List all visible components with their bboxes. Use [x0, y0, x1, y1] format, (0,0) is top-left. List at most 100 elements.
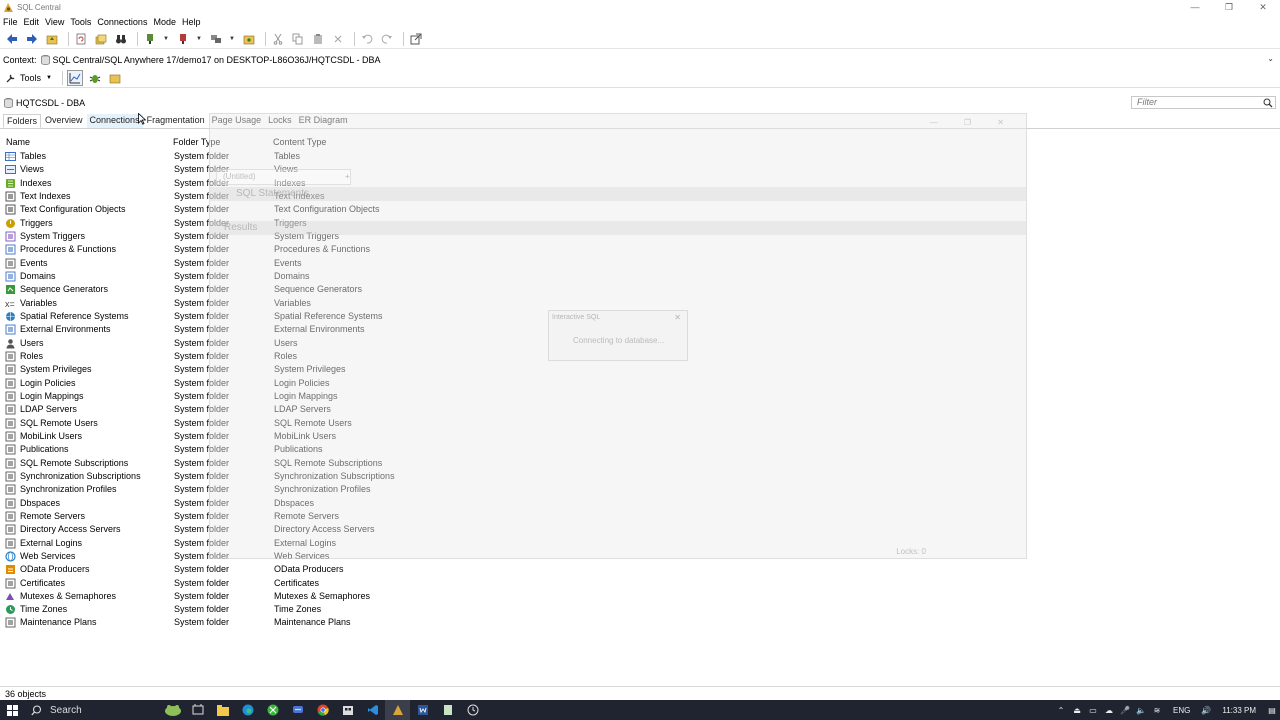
menu-view[interactable]: View — [45, 15, 64, 29]
paste-button[interactable] — [310, 31, 326, 47]
taskbar-app-xbox[interactable] — [260, 700, 285, 720]
table-row[interactable]: Synchronization Profiles System folder Syn… — [0, 483, 1280, 496]
table-row[interactable]: External Logins System folder External Log… — [0, 537, 1280, 550]
usb-icon[interactable]: ⏏ — [1069, 700, 1085, 720]
table-row[interactable]: System Triggers System folder System Trigg… — [0, 230, 1280, 243]
taskbar-app-store[interactable] — [335, 700, 360, 720]
table-row[interactable]: Dbspaces System folder Dbspaces — [0, 497, 1280, 510]
close-button[interactable]: ✕ — [1246, 0, 1280, 15]
notification-icon[interactable]: ▤ — [1264, 700, 1280, 720]
tab-page-usage[interactable]: Page Usage — [209, 114, 265, 128]
microphone-icon[interactable]: 🎤 — [1117, 700, 1133, 720]
menu-edit[interactable]: Edit — [24, 15, 40, 29]
tab-overview[interactable]: Overview — [42, 114, 86, 128]
forward-button[interactable] — [24, 31, 40, 47]
chevron-up-icon[interactable]: ⌃ — [1053, 700, 1069, 720]
taskbar-app-edge[interactable] — [235, 700, 260, 720]
taskbar-search[interactable]: Search — [24, 700, 152, 720]
chevron-down-icon[interactable]: ⌄ — [1267, 54, 1274, 63]
tab-fragmentation[interactable]: Fragmentation — [144, 114, 208, 128]
taskbar-app-word[interactable] — [410, 700, 435, 720]
table-row[interactable]: Domains System folder Domains — [0, 270, 1280, 283]
table-row[interactable]: Tables System folder Tables — [0, 150, 1280, 163]
table-row[interactable]: Publications System folder Publications — [0, 443, 1280, 456]
table-row[interactable]: Events System folder Events — [0, 257, 1280, 270]
delete-button[interactable] — [330, 31, 346, 47]
table-row[interactable]: MobiLink Users System folder MobiLink User… — [0, 430, 1280, 443]
system-clock[interactable]: 11:33 PM — [1222, 706, 1256, 715]
language-indicator[interactable]: ENG — [1173, 706, 1190, 715]
wifi-icon[interactable]: ≋ — [1149, 700, 1165, 720]
tab-folders[interactable]: Folders — [3, 114, 42, 128]
table-row[interactable]: Login Mappings System folder Login Mapping… — [0, 390, 1280, 403]
back-button[interactable] — [4, 31, 20, 47]
table-row[interactable]: Remote Servers System folder Remote Server… — [0, 510, 1280, 523]
taskbar-app-explorer[interactable] — [210, 700, 235, 720]
table-row[interactable]: Directory Access Servers System folder Dir… — [0, 523, 1280, 536]
connect-dropdown[interactable]: ▼ — [162, 31, 170, 47]
column-header-content-type[interactable]: Content Type — [273, 137, 326, 147]
open-folder-button[interactable] — [241, 31, 257, 47]
taskbar-app-chrome[interactable] — [310, 700, 335, 720]
taskbar-app-sql-central[interactable] — [385, 700, 410, 720]
refresh-button[interactable] — [73, 31, 89, 47]
search-icon[interactable] — [1263, 98, 1273, 108]
close-icon[interactable]: ✕ — [674, 313, 681, 322]
table-row[interactable]: Certificates System folder Certificates — [0, 577, 1280, 590]
table-row[interactable]: Login Policies System folder Login Policie… — [0, 377, 1280, 390]
column-header-name[interactable]: Name — [6, 137, 30, 147]
taskbar-app-task-view[interactable] — [185, 700, 210, 720]
disconnect-dropdown[interactable]: ▼ — [195, 31, 203, 47]
redo-button[interactable] — [379, 31, 395, 47]
table-row[interactable]: OData Producers System folder OData Produc… — [0, 563, 1280, 576]
taskbar-app-clock[interactable] — [460, 700, 485, 720]
up-folder-button[interactable] — [44, 31, 60, 47]
maximize-button[interactable]: ❐ — [1212, 0, 1246, 15]
table-row[interactable]: Maintenance Plans System folder Maintenanc… — [0, 616, 1280, 629]
menu-tools[interactable]: Tools — [70, 15, 91, 29]
context-value[interactable]: SQL Central/SQL Anywhere 17/demo17 on DE… — [53, 55, 381, 65]
network-icon[interactable]: ▭ — [1085, 700, 1101, 720]
table-row[interactable]: Sequence Generators System folder Sequence… — [0, 283, 1280, 296]
speaker-icon[interactable]: 🔈 — [1133, 700, 1149, 720]
performance-button[interactable] — [66, 70, 83, 86]
menu-file[interactable]: File — [3, 15, 18, 29]
debugger-button[interactable] — [87, 70, 103, 86]
folders-button[interactable] — [93, 31, 109, 47]
table-row[interactable]: Text Indexes System folder Text Indexes — [0, 190, 1280, 203]
search-button[interactable] — [113, 31, 129, 47]
table-row[interactable]: Web Services System folder Web Services — [0, 550, 1280, 563]
table-row[interactable]: SQL Remote Users System folder SQL Remote … — [0, 417, 1280, 430]
table-row[interactable]: Procedures & Functions System folder Proce… — [0, 243, 1280, 256]
table-row[interactable]: Triggers System folder Triggers — [0, 217, 1280, 230]
tab-locks[interactable]: Locks — [265, 114, 295, 128]
menu-connections[interactable]: Connections — [97, 15, 147, 29]
table-row[interactable]: Text Configuration Objects System folder T… — [0, 203, 1280, 216]
copy-button[interactable] — [290, 31, 306, 47]
external-link-button[interactable] — [408, 31, 424, 47]
minimize-button[interactable]: — — [1178, 0, 1212, 15]
connect-button[interactable] — [142, 31, 158, 47]
tools-button[interactable]: Tools ▼ — [5, 73, 52, 84]
disconnect-button[interactable] — [175, 31, 191, 47]
table-row[interactable]: Synchronization Subscriptions System fold… — [0, 470, 1280, 483]
table-row[interactable]: LDAP Servers System folder LDAP Servers — [0, 403, 1280, 416]
tab-er-diagram[interactable]: ER Diagram — [296, 114, 351, 128]
cut-button[interactable] — [270, 31, 286, 47]
table-row[interactable]: Mutexes & Semaphores System folder Mutexes… — [0, 590, 1280, 603]
table-row[interactable]: SQL Remote Subscriptions System folder SQL… — [0, 457, 1280, 470]
taskbar-app-notes[interactable] — [435, 700, 460, 720]
undo-button[interactable] — [359, 31, 375, 47]
taskbar-app-frog[interactable] — [160, 700, 185, 720]
menu-help[interactable]: Help — [182, 15, 201, 29]
table-row[interactable]: System Privileges System folder System Pri… — [0, 363, 1280, 376]
cloud-icon[interactable]: ☁ — [1101, 700, 1117, 720]
folder-button[interactable] — [107, 70, 123, 86]
menu-mode[interactable]: Mode — [153, 15, 176, 29]
table-row[interactable]: Indexes System folder Indexes — [0, 177, 1280, 190]
table-row[interactable]: Views System folder Views — [0, 163, 1280, 176]
cluster-button[interactable] — [208, 31, 224, 47]
filter-input[interactable]: Filter — [1131, 96, 1276, 109]
column-header-folder-type[interactable]: Folder Type — [173, 137, 220, 147]
start-button[interactable] — [0, 700, 24, 720]
